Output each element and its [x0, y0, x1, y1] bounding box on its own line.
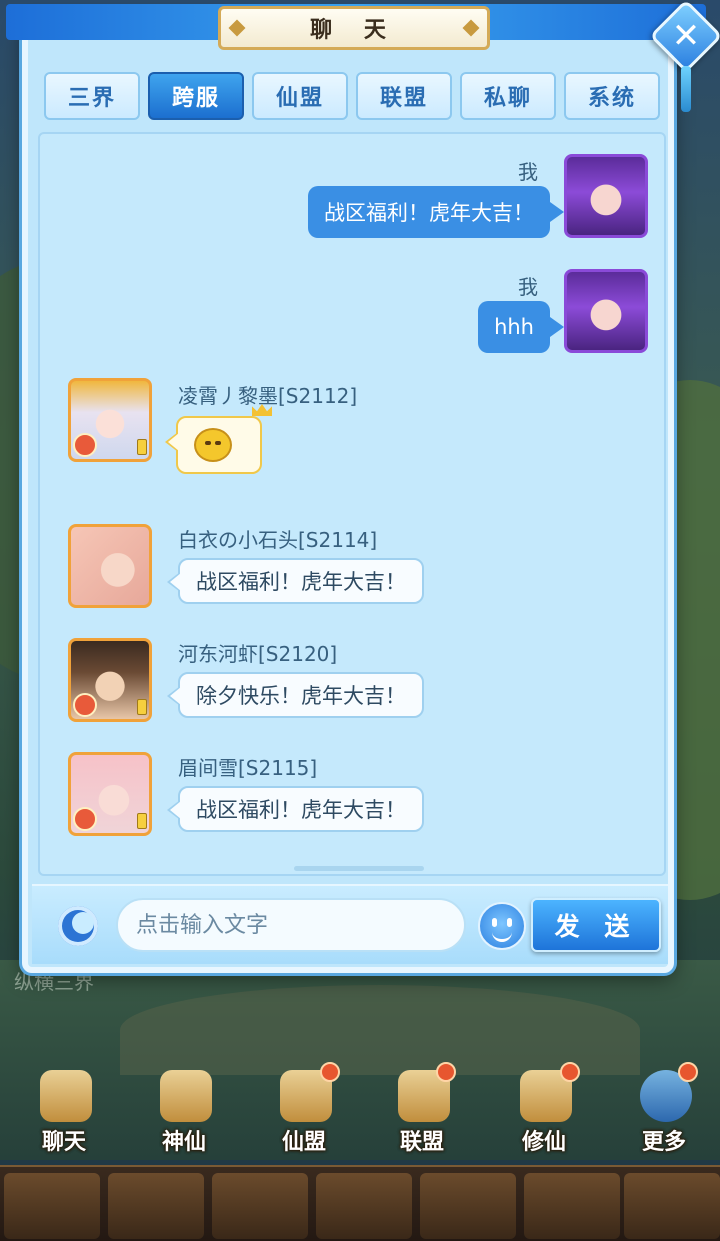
menu-item-shenxian[interactable]: 神仙 — [134, 1060, 234, 1160]
action-slot[interactable] — [316, 1173, 412, 1239]
sender-name: 我 — [518, 160, 538, 184]
avatar[interactable] — [564, 154, 648, 238]
avatar[interactable] — [68, 638, 152, 722]
action-slot[interactable] — [4, 1173, 100, 1239]
action-slot[interactable] — [420, 1173, 516, 1239]
tab-xitong[interactable]: 系统 — [564, 72, 660, 120]
menu-label: 联盟 — [399, 1130, 444, 1155]
avatar[interactable] — [564, 269, 648, 353]
menu-label: 更多 — [641, 1130, 686, 1155]
tab-xianmeng[interactable]: 仙盟 — [252, 72, 348, 120]
bottom-action-bar — [0, 1165, 720, 1241]
message-bubble[interactable]: 战区福利！虎年大吉！ — [308, 186, 564, 238]
menu-label: 聊天 — [41, 1130, 86, 1155]
notification-dot — [560, 1062, 580, 1082]
scroll-indicator[interactable] — [294, 866, 424, 871]
tab-siliao[interactable]: 私聊 — [460, 72, 556, 120]
emoji-bubble[interactable] — [165, 416, 262, 474]
message-bubble[interactable]: 战区福利！虎年大吉！ — [167, 786, 424, 832]
channel-tabs: 三界 跨服 仙盟 联盟 私聊 系统 — [44, 72, 660, 122]
chat-icon — [40, 1070, 92, 1122]
action-slot[interactable] — [108, 1173, 204, 1239]
message-bubble[interactable]: 除夕快乐！虎年大吉！ — [167, 672, 424, 718]
message-list[interactable]: 我 战区福利！虎年大吉！ 我 hhh 凌霄丿黎墨[S2112] 白衣の小石头[S… — [38, 132, 666, 876]
action-slot[interactable] — [624, 1173, 720, 1239]
menu-item-more[interactable]: 更多 — [614, 1060, 714, 1160]
message-bubble[interactable]: 战区福利！虎年大吉！ — [167, 558, 424, 604]
immortal-icon — [160, 1070, 212, 1122]
menu-item-chat[interactable]: 聊天 — [14, 1060, 114, 1160]
menu-item-xiuxian[interactable]: 修仙 — [494, 1060, 594, 1160]
notification-dot — [436, 1062, 456, 1082]
message-bubble[interactable]: hhh — [478, 301, 564, 353]
action-slot[interactable] — [212, 1173, 308, 1239]
smile-icon[interactable] — [478, 902, 526, 950]
sender-name: 眉间雪[S2115] — [178, 756, 318, 780]
tab-kuafu[interactable]: 跨服 — [148, 72, 244, 120]
close-icon[interactable]: ✕ — [660, 12, 712, 60]
action-slot[interactable] — [524, 1173, 620, 1239]
menu-label: 仙盟 — [281, 1130, 326, 1155]
tassel-decoration — [681, 66, 691, 112]
avatar[interactable] — [68, 524, 152, 608]
chat-input[interactable] — [116, 898, 466, 952]
sender-name: 我 — [518, 275, 538, 299]
moon-icon[interactable] — [58, 906, 98, 946]
window-title: 聊 天 — [218, 6, 490, 50]
notification-dot — [678, 1062, 698, 1082]
tab-sanjie[interactable]: 三界 — [44, 72, 140, 120]
menu-label: 神仙 — [161, 1130, 206, 1155]
avatar[interactable] — [68, 378, 152, 462]
menu-label: 修仙 — [521, 1130, 566, 1155]
avatar[interactable] — [68, 752, 152, 836]
sender-name: 凌霄丿黎墨[S2112] — [178, 384, 358, 408]
sender-name: 河东河虾[S2120] — [178, 642, 338, 666]
tab-lianmeng[interactable]: 联盟 — [356, 72, 452, 120]
emoji-sticker-icon — [194, 428, 232, 462]
notification-dot — [320, 1062, 340, 1082]
send-button[interactable]: 发 送 — [531, 898, 661, 952]
menu-item-lianmeng[interactable]: 联盟 — [372, 1060, 472, 1160]
menu-item-xianmeng[interactable]: 仙盟 — [254, 1060, 354, 1160]
sender-name: 白衣の小石头[S2114] — [178, 528, 378, 552]
bottom-menu: 聊天 神仙 仙盟 联盟 修仙 更多 — [0, 1060, 720, 1160]
